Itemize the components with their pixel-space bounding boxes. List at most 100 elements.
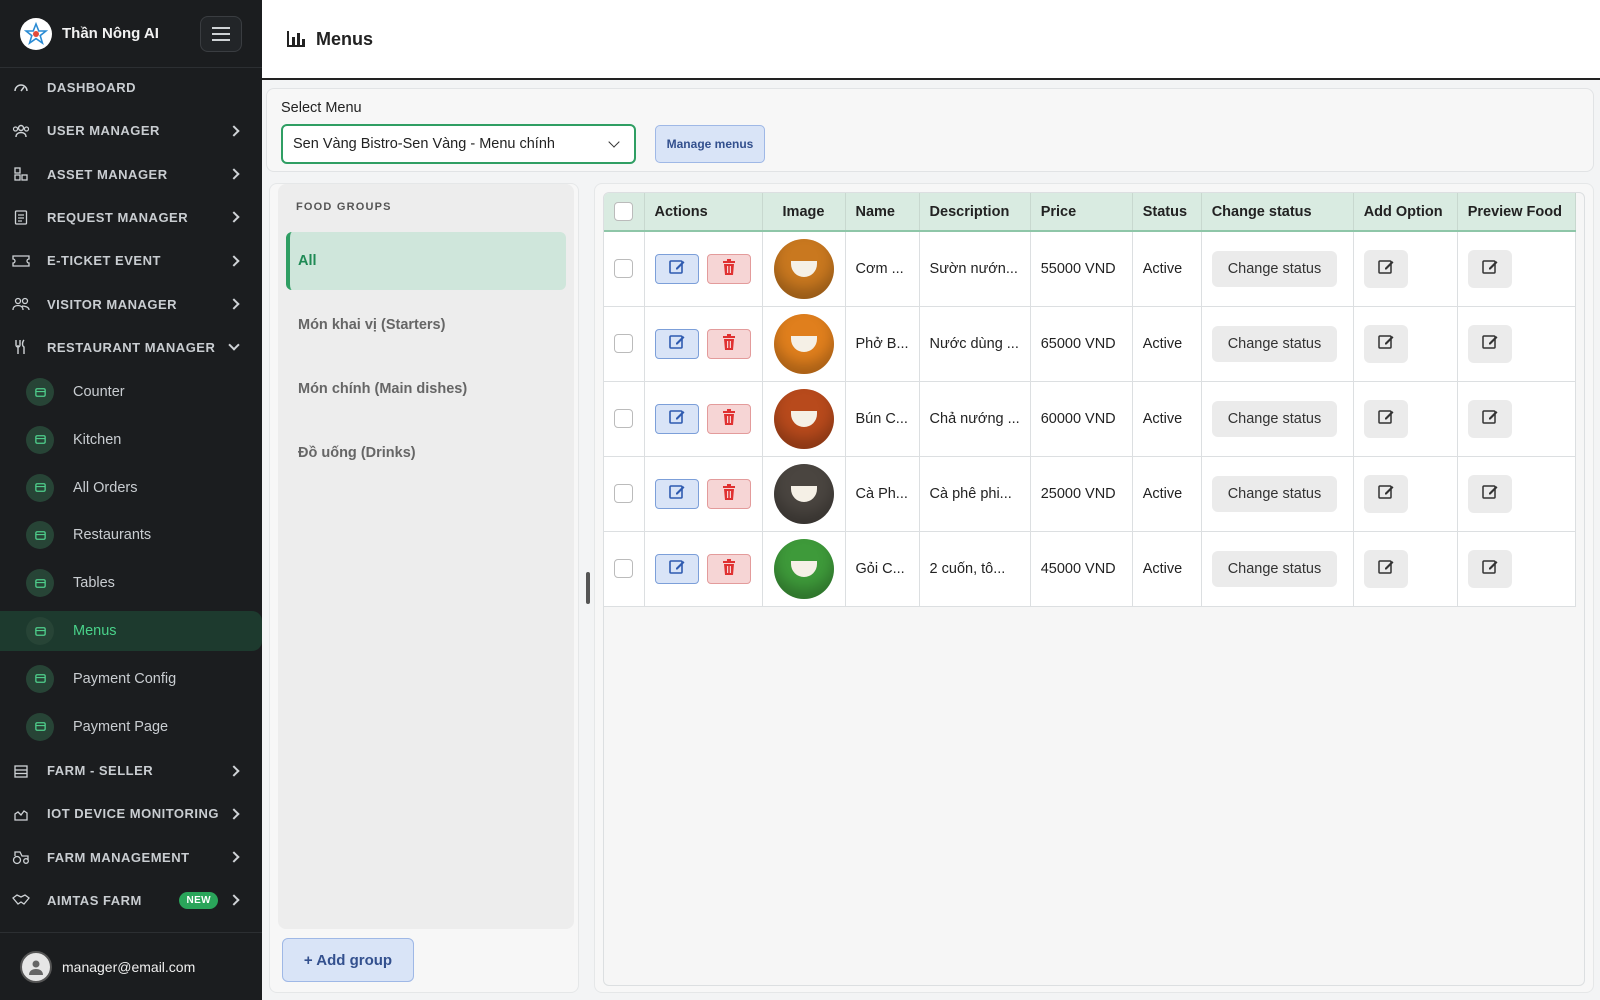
edit-button[interactable] bbox=[654, 403, 699, 434]
food-group-item[interactable]: Đồ uống (Drinks) bbox=[286, 424, 566, 482]
delete-button[interactable] bbox=[706, 328, 751, 359]
sidebar-item-tables[interactable]: Tables bbox=[0, 563, 262, 603]
description-cell: Cà phê phi... bbox=[919, 456, 1031, 532]
edit-icon bbox=[1481, 558, 1499, 580]
edit-button[interactable] bbox=[654, 253, 699, 284]
fork-knife-icon bbox=[12, 338, 30, 356]
bowl-icon bbox=[790, 335, 817, 352]
sidebar-item-menus[interactable]: Menus bbox=[0, 611, 262, 651]
hamburger-menu-button[interactable] bbox=[200, 15, 242, 52]
nav-item-label: FARM MANAGEMENT bbox=[47, 849, 190, 865]
sidebar-item-kitchen[interactable]: Kitchen bbox=[0, 420, 262, 460]
change-status-button[interactable]: Change status bbox=[1211, 325, 1338, 362]
select-all-checkbox[interactable] bbox=[614, 202, 634, 221]
preview-food-button[interactable] bbox=[1467, 399, 1512, 438]
row-checkbox[interactable] bbox=[614, 559, 634, 578]
column-header: Image bbox=[762, 193, 846, 232]
change-status-button[interactable]: Change status bbox=[1211, 250, 1338, 287]
nav-item-restaurant-manager[interactable]: RESTAURANT MANAGER bbox=[0, 326, 262, 369]
edit-button[interactable] bbox=[654, 328, 699, 359]
nav-item-aimtas-farm[interactable]: AIMTAS FARM NEW bbox=[0, 879, 262, 922]
chevron-right-icon bbox=[228, 894, 240, 907]
row-checkbox[interactable] bbox=[614, 409, 634, 428]
chevron-right-icon bbox=[228, 125, 240, 137]
sidebar-item-label: Kitchen bbox=[73, 431, 122, 448]
delete-button[interactable] bbox=[706, 403, 751, 434]
avatar bbox=[20, 950, 52, 983]
change-status-button[interactable]: Change status bbox=[1211, 550, 1338, 587]
nav-item-label: ASSET MANAGER bbox=[47, 166, 168, 182]
edit-icon bbox=[1377, 558, 1395, 580]
actions-cell bbox=[644, 306, 763, 382]
bowl-icon bbox=[790, 560, 817, 577]
delete-button[interactable] bbox=[706, 478, 751, 509]
edit-button[interactable] bbox=[654, 478, 699, 509]
sidebar-item-counter[interactable]: Counter bbox=[0, 372, 262, 412]
delete-button[interactable] bbox=[706, 553, 751, 584]
preview-food-button[interactable] bbox=[1467, 549, 1512, 588]
food-groups-panel: FOOD GROUPS All Món khai vị (Starters) Món… bbox=[269, 183, 579, 993]
sidebar-item-restaurants[interactable]: Restaurants bbox=[0, 515, 262, 555]
manage-menus-button[interactable]: Manage menus bbox=[655, 125, 765, 163]
delete-button[interactable] bbox=[706, 253, 751, 284]
nav-item-dashboard[interactable]: DASHBOARD bbox=[0, 66, 262, 109]
brand: Thần Nông AI bbox=[0, 0, 262, 68]
chevron-right-icon bbox=[228, 168, 240, 180]
new-badge: NEW bbox=[179, 891, 218, 909]
nav-item-e-ticket-event[interactable]: E-TICKET EVENT bbox=[0, 239, 262, 282]
row-checkbox[interactable] bbox=[614, 484, 634, 503]
column-header: Price bbox=[1030, 193, 1133, 232]
preview-food-button[interactable] bbox=[1467, 474, 1512, 513]
nav-item-iot-device-monitoring[interactable]: IOT DEVICE MONITORING bbox=[0, 792, 262, 835]
bar-chart-icon bbox=[287, 31, 305, 47]
edit-icon bbox=[1481, 483, 1499, 505]
image-cell bbox=[762, 231, 846, 307]
change-status-cell: Change status bbox=[1201, 531, 1354, 607]
food-group-item[interactable]: Món chính (Main dishes) bbox=[286, 360, 566, 418]
chair-icon bbox=[26, 569, 54, 598]
trash-icon bbox=[722, 258, 736, 279]
sidebar-item-label: Menus bbox=[73, 623, 117, 639]
edit-icon bbox=[668, 258, 686, 280]
preview-food-button[interactable] bbox=[1467, 324, 1512, 363]
trash-icon bbox=[722, 483, 736, 504]
food-group-item[interactable]: All bbox=[286, 232, 566, 290]
change-status-button[interactable]: Change status bbox=[1211, 400, 1338, 437]
dashboard-icon bbox=[12, 79, 30, 97]
add-option-cell bbox=[1353, 531, 1458, 607]
add-option-button[interactable] bbox=[1363, 474, 1408, 513]
add-group-button[interactable]: + Add group bbox=[282, 938, 414, 982]
sidebar-item-payment-config[interactable]: Payment Config bbox=[0, 659, 262, 699]
row-checkbox[interactable] bbox=[614, 259, 634, 279]
nav-item-asset-manager[interactable]: ASSET MANAGER bbox=[0, 153, 262, 196]
menu-select-value: Sen Vàng Bistro-Sen Vàng - Menu chính bbox=[293, 136, 555, 152]
add-option-button[interactable] bbox=[1363, 549, 1408, 588]
edit-icon bbox=[1377, 408, 1395, 430]
sidebar-item-payment-page[interactable]: Payment Page bbox=[0, 707, 262, 747]
row-checkbox[interactable] bbox=[614, 334, 634, 353]
add-option-button[interactable] bbox=[1363, 249, 1408, 288]
change-status-button[interactable]: Change status bbox=[1211, 475, 1338, 512]
edit-button[interactable] bbox=[654, 553, 699, 584]
add-option-cell bbox=[1353, 231, 1458, 307]
panel-resize-handle[interactable] bbox=[586, 572, 590, 604]
nav-item-user-manager[interactable]: USER MANAGER bbox=[0, 109, 262, 152]
payment-config-icon bbox=[26, 664, 54, 693]
menu-select[interactable]: Sen Vàng Bistro-Sen Vàng - Menu chính bbox=[281, 124, 636, 164]
edit-icon bbox=[1377, 333, 1395, 355]
user-profile[interactable]: manager@email.com bbox=[0, 932, 262, 1000]
nav-item-farm-seller[interactable]: FARM - SELLER bbox=[0, 749, 262, 792]
change-status-cell: Change status bbox=[1201, 306, 1354, 382]
sidebar-item-label: Restaurants bbox=[73, 527, 152, 544]
nav-item-visitor-manager[interactable]: VISITOR MANAGER bbox=[0, 283, 262, 326]
add-option-button[interactable] bbox=[1363, 324, 1408, 363]
status-cell: Active bbox=[1132, 381, 1202, 457]
add-option-button[interactable] bbox=[1363, 399, 1408, 438]
food-group-item[interactable]: Món khai vị (Starters) bbox=[286, 296, 566, 354]
actions-cell bbox=[644, 231, 763, 307]
price-cell: 60000 VND bbox=[1030, 381, 1133, 457]
sidebar-item-all-orders[interactable]: All Orders bbox=[0, 468, 262, 508]
nav-item-farm-management[interactable]: FARM MANAGEMENT bbox=[0, 836, 262, 879]
preview-food-button[interactable] bbox=[1467, 249, 1512, 288]
nav-item-request-manager[interactable]: REQUEST MANAGER bbox=[0, 196, 262, 239]
